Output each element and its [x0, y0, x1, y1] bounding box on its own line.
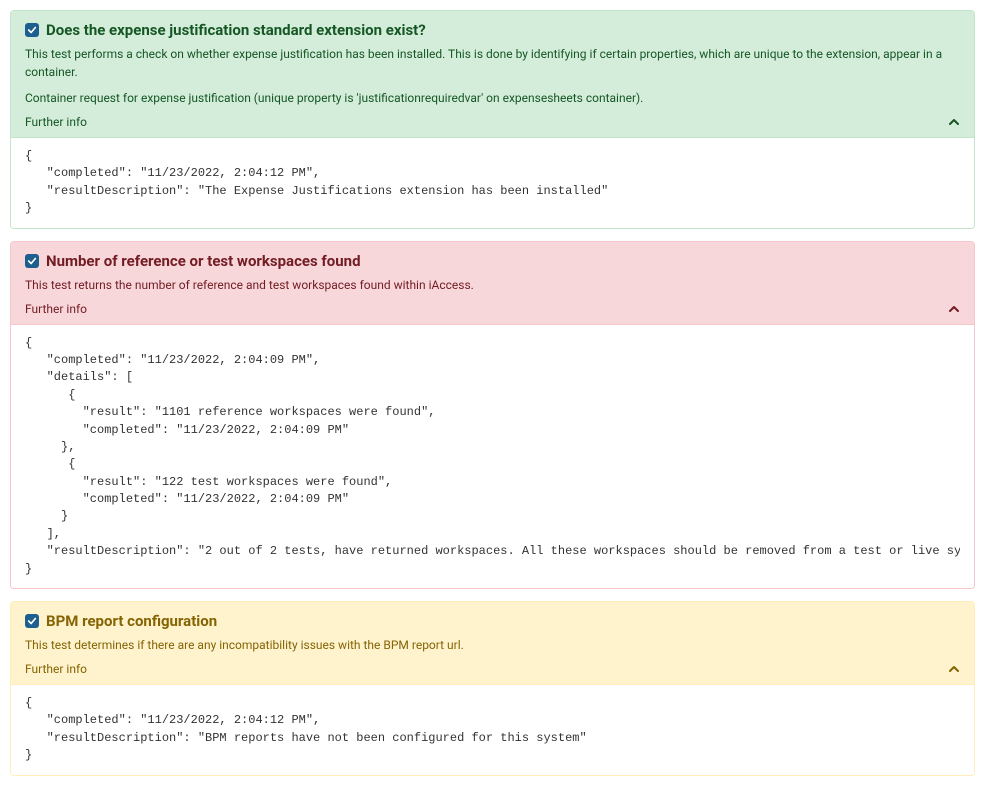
checked-icon [25, 614, 39, 628]
chevron-up-icon [948, 303, 960, 315]
code-block: { "completed": "11/23/2022, 2:04:09 PM",… [25, 335, 960, 578]
panel-title: BPM report configuration [46, 612, 217, 630]
code-block: { "completed": "11/23/2022, 2:04:12 PM",… [25, 695, 960, 765]
test-panel-expense-justification: Does the expense justification standard … [10, 10, 975, 229]
panel-description: This test determines if there are any in… [25, 636, 960, 654]
panel-body: { "completed": "11/23/2022, 2:04:12 PM",… [11, 685, 974, 775]
further-info-toggle[interactable]: Further info [25, 302, 960, 316]
chevron-up-icon [948, 116, 960, 128]
further-info-label: Further info [25, 115, 87, 129]
further-info-toggle[interactable]: Further info [25, 115, 960, 129]
panel-description-secondary: Container request for expense justificat… [25, 89, 960, 107]
panel-header: Number of reference or test workspaces f… [11, 242, 974, 325]
panel-title: Does the expense justification standard … [46, 21, 426, 39]
panel-title: Number of reference or test workspaces f… [46, 252, 361, 270]
test-panel-workspaces: Number of reference or test workspaces f… [10, 241, 975, 589]
panel-body: { "completed": "11/23/2022, 2:04:12 PM",… [11, 138, 974, 228]
title-row: Number of reference or test workspaces f… [25, 252, 960, 270]
further-info-label: Further info [25, 302, 87, 316]
panel-description: This test performs a check on whether ex… [25, 45, 960, 81]
panel-description: This test returns the number of referenc… [25, 276, 960, 294]
chevron-up-icon [948, 663, 960, 675]
checked-icon [25, 23, 39, 37]
title-row: Does the expense justification standard … [25, 21, 960, 39]
panel-header: BPM report configuration This test deter… [11, 602, 974, 685]
checked-icon [25, 254, 39, 268]
further-info-label: Further info [25, 662, 87, 676]
test-panel-bpm-report: BPM report configuration This test deter… [10, 601, 975, 776]
further-info-toggle[interactable]: Further info [25, 662, 960, 676]
panel-header: Does the expense justification standard … [11, 11, 974, 138]
panel-body: { "completed": "11/23/2022, 2:04:09 PM",… [11, 325, 974, 588]
code-block: { "completed": "11/23/2022, 2:04:12 PM",… [25, 148, 960, 218]
title-row: BPM report configuration [25, 612, 960, 630]
